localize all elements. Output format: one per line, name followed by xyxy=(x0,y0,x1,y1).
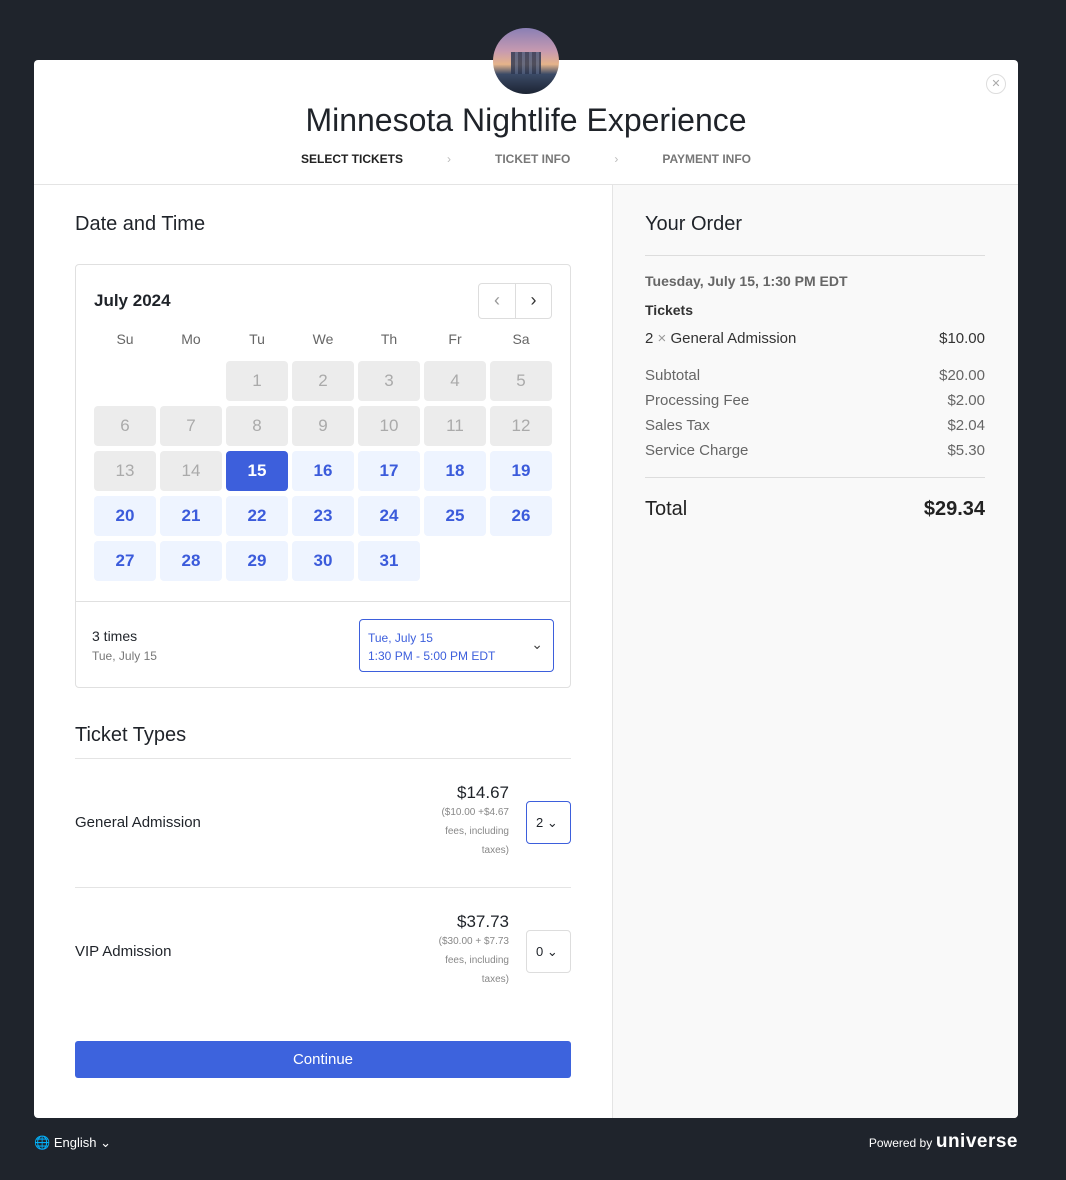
step-payment-info: PAYMENT INFO xyxy=(662,152,752,166)
ticket-row: VIP Admission $37.73 ($30.00 + $7.73 fees… xyxy=(75,887,571,1015)
times-date: Tue, July 15 xyxy=(92,649,157,663)
page-title: Minnesota Nightlife Experience xyxy=(305,102,747,138)
ticket-fee: ($10.00 +$4.67 fees, including taxes) xyxy=(441,807,509,856)
chevron-right-icon: › xyxy=(614,152,619,166)
selected-time-date: Tue, July 15 xyxy=(368,631,433,645)
calendar-day-8: 8 xyxy=(226,406,288,446)
ticket-price: $14.67 xyxy=(457,783,509,802)
calendar-day-3: 3 xyxy=(358,361,420,401)
order-datetime: Tuesday, July 15, 1:30 PM EDT xyxy=(645,273,848,289)
fee-row: Processing Fee $2.00 xyxy=(645,392,985,409)
order-line: 2 × General Admission $10.00 xyxy=(645,330,985,347)
calendar-day-22[interactable]: 22 xyxy=(226,496,288,536)
calendar-day-27[interactable]: 27 xyxy=(94,541,156,581)
calendar-day-14: 14 xyxy=(160,451,222,491)
quantity-select[interactable]: 0 ⌄ xyxy=(526,930,571,973)
checkout-modal: ✕ Minnesota Nightlife Experience SELECT … xyxy=(34,60,1018,1118)
calendar-day-4: 4 xyxy=(424,361,486,401)
calendar-day-23[interactable]: 23 xyxy=(292,496,354,536)
chevron-down-icon: ⌄ xyxy=(100,1135,111,1150)
chevron-right-icon[interactable]: › xyxy=(515,284,551,318)
calendar-day-19[interactable]: 19 xyxy=(490,451,552,491)
language-selector[interactable]: 🌐 English ⌄ xyxy=(34,1135,111,1151)
calendar-day-6: 6 xyxy=(94,406,156,446)
ticket-name: General Admission xyxy=(75,814,201,831)
quantity-select[interactable]: 2 ⌄ xyxy=(526,801,571,844)
step-select-tickets: SELECT TICKETS xyxy=(300,152,403,166)
calendar-day-16[interactable]: 16 xyxy=(292,451,354,491)
weekday-label: Sa xyxy=(512,331,530,347)
chevron-left-icon[interactable]: ‹ xyxy=(479,284,515,318)
chevron-down-icon: ⌄ xyxy=(546,944,558,959)
calendar-day-1: 1 xyxy=(226,361,288,401)
fee-row: Service Charge $5.30 xyxy=(645,442,985,459)
calendar-day-29[interactable]: 29 xyxy=(226,541,288,581)
ticket-price: $37.73 xyxy=(457,912,509,931)
tickets-label: Tickets xyxy=(645,302,693,318)
weekday-label: Fr xyxy=(448,331,462,347)
date-time-heading: Date and Time xyxy=(75,213,206,235)
chevron-down-icon: ⌄ xyxy=(546,815,558,830)
empty-cell xyxy=(94,361,156,401)
empty-cell xyxy=(160,361,222,401)
calendar-day-21[interactable]: 21 xyxy=(160,496,222,536)
calendar-day-5: 5 xyxy=(490,361,552,401)
calendar-day-26[interactable]: 26 xyxy=(490,496,552,536)
calendar-day-10: 10 xyxy=(358,406,420,446)
calendar-day-28[interactable]: 28 xyxy=(160,541,222,581)
powered-by: Powered by universe xyxy=(868,1131,1018,1152)
globe-icon: 🌐 xyxy=(34,1135,51,1150)
calendar-day-30[interactable]: 30 xyxy=(292,541,354,581)
selected-time-range: 1:30 PM - 5:00 PM EDT xyxy=(368,649,496,663)
calendar-day-24[interactable]: 24 xyxy=(358,496,420,536)
calendar-month: July 2024 xyxy=(94,291,171,310)
ticket-row: General Admission $14.67 ($10.00 +$4.67 f… xyxy=(75,758,571,886)
calendar-day-2: 2 xyxy=(292,361,354,401)
total-row: Total $29.34 xyxy=(645,498,985,520)
order-summary: Your Order Tuesday, July 15, 1:30 PM EDT… xyxy=(612,185,1018,1118)
ticket-fee: ($30.00 + $7.73 fees, including taxes) xyxy=(438,936,509,985)
ticket-name: VIP Admission xyxy=(75,943,172,960)
time-select[interactable]: Tue, July 15 1:30 PM - 5:00 PM EDT ⌄ xyxy=(359,619,554,672)
fee-row: Sales Tax $2.04 xyxy=(645,417,985,434)
calendar-day-7: 7 xyxy=(160,406,222,446)
weekday-label: Tu xyxy=(249,331,265,347)
continue-button[interactable]: Continue xyxy=(75,1041,571,1078)
times-count: 3 times xyxy=(92,628,138,644)
weekday-label: Mo xyxy=(181,331,201,347)
calendar-day-25[interactable]: 25 xyxy=(424,496,486,536)
order-heading: Your Order xyxy=(645,213,743,235)
universe-logo: universe xyxy=(935,1131,1018,1152)
chevron-down-icon: ⌄ xyxy=(531,636,543,652)
close-icon[interactable]: ✕ xyxy=(986,74,1006,94)
event-avatar xyxy=(493,28,559,94)
weekday-label: We xyxy=(312,331,334,347)
calendar-day-20[interactable]: 20 xyxy=(94,496,156,536)
calendar-day-31[interactable]: 31 xyxy=(358,541,420,581)
calendar-day-9: 9 xyxy=(292,406,354,446)
calendar-day-13: 13 xyxy=(94,451,156,491)
weekday-label: Th xyxy=(380,331,398,347)
calendar-day-18[interactable]: 18 xyxy=(424,451,486,491)
weekday-label: Su xyxy=(116,331,134,347)
fee-row: Subtotal $20.00 xyxy=(645,367,985,384)
ticket-types-heading: Ticket Types xyxy=(75,724,187,746)
step-ticket-info: TICKET INFO xyxy=(495,152,571,166)
checkout-steps: SELECT TICKETS › TICKET INFO › PAYMENT I… xyxy=(34,152,1018,166)
calendar: July 2024 ‹ › Su Mo Tu We Th Fr Sa 1 2 3 4 5 6 7 8 9 10 1… xyxy=(75,264,571,688)
calendar-day-11: 11 xyxy=(424,406,486,446)
calendar-day-15[interactable]: 15 xyxy=(226,451,288,491)
time-picker: 3 times Tue, July 15 Tue, July 15 1:30 P… xyxy=(76,601,570,689)
chevron-right-icon: › xyxy=(447,152,451,166)
calendar-day-17[interactable]: 17 xyxy=(358,451,420,491)
calendar-day-12: 12 xyxy=(490,406,552,446)
